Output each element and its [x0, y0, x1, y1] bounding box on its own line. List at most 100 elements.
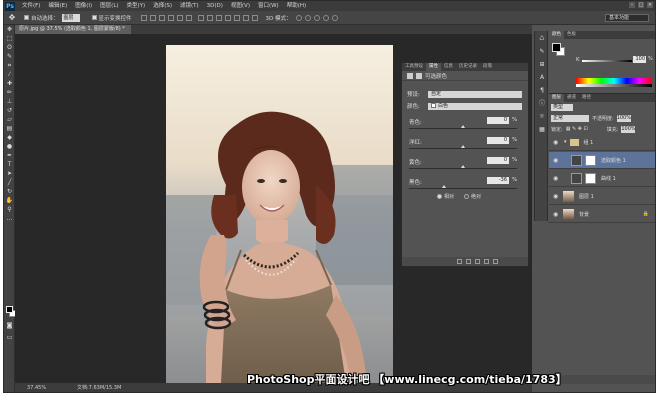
slider-value[interactable]: -36 — [487, 177, 509, 184]
tab-layers[interactable]: 图层 — [549, 94, 564, 102]
layer-mask-thumbnail[interactable] — [585, 154, 596, 166]
slider-thumb[interactable] — [441, 185, 446, 188]
tab-color[interactable]: 颜色 — [549, 31, 564, 39]
pen-icon[interactable]: ✒ — [4, 151, 15, 160]
eyedropper-icon[interactable]: ⁄ — [4, 70, 15, 79]
path-select-icon[interactable]: ➤ — [4, 169, 15, 178]
color-panel-foreground-swatch[interactable] — [552, 43, 561, 52]
eye-icon[interactable]: ◉ — [553, 175, 561, 182]
menu-edit[interactable]: 编辑(E) — [44, 1, 71, 11]
method-absolute[interactable]: 绝对 — [464, 193, 481, 200]
info-icon[interactable]: ⓘ — [536, 98, 548, 109]
k-channel-value[interactable]: 100 — [633, 56, 646, 63]
radio-absolute[interactable] — [464, 194, 470, 199]
slider-value[interactable]: 0 — [487, 117, 509, 124]
history-icon[interactable]: ♺ — [536, 33, 548, 44]
auto-align-icon[interactable] — [251, 14, 258, 21]
slider-value[interactable]: 0 — [487, 137, 509, 144]
adjustments-icon[interactable]: ☼ — [536, 111, 548, 122]
menu-select[interactable]: 选择(S) — [149, 1, 176, 11]
slider-track[interactable] — [409, 188, 517, 189]
maximize-icon[interactable]: □ — [638, 2, 644, 8]
brush-panel-icon[interactable]: ✎ — [536, 46, 548, 57]
fill-value[interactable]: 100% — [621, 125, 636, 133]
more-tools-icon[interactable]: … — [4, 214, 15, 223]
crop-icon[interactable]: ⌗ — [4, 61, 15, 70]
tab-channels[interactable]: 通道 — [564, 94, 579, 102]
layer-row[interactable]: ◉ 选取颜色 1 — [549, 152, 655, 169]
type-icon[interactable]: T — [4, 160, 15, 169]
eye-icon[interactable]: ◉ — [553, 157, 561, 164]
styles-icon[interactable]: ▦ — [536, 124, 548, 135]
menu-filter[interactable]: 滤镜(T) — [176, 1, 203, 11]
tab-history[interactable]: 历史记录 — [456, 63, 480, 71]
document-tab[interactable]: 原片.jpg @ 37.5% (选取颜色 1, 图层蒙版/8) * — [15, 25, 131, 34]
clone-stamp-icon[interactable]: ⊥ — [4, 97, 15, 106]
eye-icon[interactable]: ◉ — [553, 139, 561, 146]
3d-scale-icon[interactable] — [331, 14, 338, 21]
3d-roll-icon[interactable] — [304, 14, 311, 21]
blur-icon[interactable]: ◆ — [4, 133, 15, 142]
gradient-icon[interactable]: ▤ — [4, 124, 15, 133]
healing-brush-icon[interactable]: ✚ — [4, 79, 15, 88]
quick-select-icon[interactable]: ✎ — [4, 52, 15, 61]
dodge-icon[interactable]: ● — [4, 142, 15, 151]
distribute-middle-icon[interactable] — [206, 14, 213, 21]
layer-thumbnail[interactable] — [563, 208, 574, 220]
menu-layer[interactable]: 图层(L) — [96, 1, 122, 11]
layer-mask-icon[interactable] — [416, 72, 422, 79]
color-spectrum-ramp[interactable] — [576, 78, 652, 87]
workspace-select[interactable]: 基本功能 — [605, 14, 649, 22]
visibility-icon[interactable] — [484, 259, 489, 264]
colors-select[interactable]: 白色 — [428, 102, 522, 110]
3d-rotate-icon[interactable] — [295, 14, 302, 21]
align-bottom-icon[interactable] — [158, 14, 165, 21]
align-left-icon[interactable] — [167, 14, 174, 21]
layer-filter-select[interactable]: 类型 — [551, 103, 573, 111]
tab-tool-presets[interactable]: 工具预设 — [402, 63, 426, 71]
lock-icons[interactable]: ▦ ✎ ✥ ⊡ — [566, 126, 604, 132]
shape-icon[interactable]: ╱ — [4, 178, 15, 187]
slider-thumb[interactable] — [461, 125, 465, 128]
slider-thumb[interactable] — [461, 165, 465, 168]
tab-paths[interactable]: 路径 — [579, 94, 594, 102]
layer-row[interactable]: ◉ 曲线 1 — [549, 170, 655, 187]
slider-track[interactable] — [409, 168, 517, 169]
align-middle-icon[interactable] — [149, 14, 156, 21]
expand-arrow-icon[interactable]: ▾ — [564, 139, 567, 145]
zoom-level[interactable]: 37.45% — [27, 383, 46, 392]
menu-file[interactable]: 文件(F) — [18, 1, 44, 11]
distribute-right-icon[interactable] — [242, 14, 249, 21]
slider-track[interactable] — [409, 128, 517, 129]
3d-rotate-tool-icon[interactable]: ↻ — [4, 187, 15, 196]
layer-row[interactable]: ◉ 背景 🔒 — [549, 206, 655, 223]
zoom-icon[interactable]: ⚲ — [4, 205, 15, 214]
3d-pan-icon[interactable] — [313, 14, 320, 21]
distribute-center-icon[interactable] — [233, 14, 240, 21]
minimize-icon[interactable]: – — [629, 2, 635, 8]
brush-icon[interactable]: ✏ — [4, 88, 15, 97]
opacity-value[interactable]: 100% — [616, 114, 631, 122]
history-brush-icon[interactable]: ↺ — [4, 106, 15, 115]
layer-mask-thumbnail[interactable] — [585, 172, 596, 184]
slider-thumb[interactable] — [461, 145, 465, 148]
marquee-icon[interactable]: ⬚ — [4, 34, 15, 43]
photo-canvas[interactable] — [166, 45, 393, 383]
paragraph-icon[interactable]: ¶ — [536, 85, 548, 96]
view-previous-icon[interactable] — [466, 259, 471, 264]
preset-select[interactable]: 自定 — [428, 90, 522, 98]
screen-mode-icon[interactable]: ▭ — [4, 333, 15, 342]
menu-image[interactable]: 图像(I) — [71, 1, 96, 11]
menu-help[interactable]: 帮助(H) — [283, 1, 310, 11]
slider-track[interactable] — [409, 148, 517, 149]
auto-select-target[interactable]: 图层 — [61, 13, 80, 22]
clone-source-icon[interactable]: ⊞ — [536, 59, 548, 70]
align-top-icon[interactable] — [140, 14, 147, 21]
method-relative[interactable]: 相对 — [437, 193, 454, 200]
layer-row[interactable]: ◉ 图层 1 — [549, 188, 655, 205]
eye-icon[interactable]: ◉ — [553, 193, 561, 200]
show-transform-checkbox[interactable] — [91, 15, 97, 20]
layer-row[interactable]: ◉ ▾ 组 1 — [549, 134, 655, 151]
k-channel-slider[interactable] — [582, 60, 632, 62]
menu-type[interactable]: 类型(Y) — [123, 1, 150, 11]
